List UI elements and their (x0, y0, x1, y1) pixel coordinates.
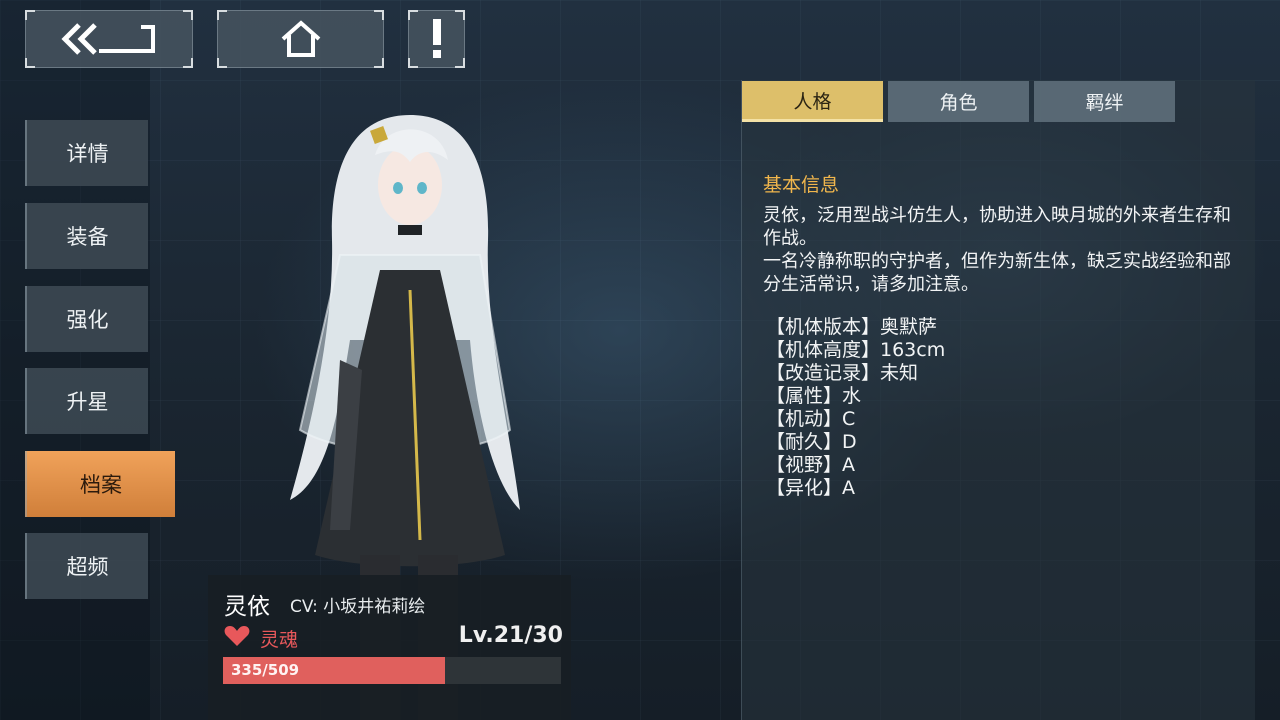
back-arrow-icon (61, 23, 155, 55)
description-paragraph: 灵依，泛用型战斗仿生人，协助进入映月城的外来者生存和作战。 (763, 205, 1231, 249)
attribute-item: 【属性】水 (766, 385, 862, 407)
sidebar-item-label: 升星 (66, 390, 109, 414)
home-button[interactable] (217, 10, 384, 68)
soul-label: 灵魂 (260, 629, 299, 651)
tab-personality[interactable]: 人格 (742, 81, 883, 122)
voice-actor: CV: 小坂井祐莉绘 (290, 597, 426, 617)
section-title: 基本信息 (763, 174, 840, 196)
sidebar-item-enhance[interactable]: 强化 (25, 286, 148, 352)
attribute-item: 【视野】A (766, 454, 855, 476)
sidebar-item-overclock[interactable]: 超频 (25, 533, 148, 599)
sidebar-item-details[interactable]: 详情 (25, 120, 148, 186)
sidebar-item-label: 档案 (80, 473, 122, 497)
sidebar-item-label: 装备 (66, 225, 109, 249)
attribute-item: 【耐久】D (766, 431, 857, 453)
tab-label: 人格 (793, 90, 832, 113)
tab-label: 羁绊 (1085, 92, 1124, 114)
back-button[interactable] (25, 10, 193, 68)
tab-label: 角色 (939, 92, 978, 114)
sidebar-item-label: 强化 (66, 308, 109, 332)
sidebar-backdrop (0, 0, 150, 720)
tab-bonds[interactable]: 羁绊 (1034, 81, 1175, 122)
sidebar-item-archive[interactable]: 档案 (25, 451, 175, 517)
tab-character[interactable]: 角色 (888, 81, 1029, 122)
exclamation-icon (432, 19, 441, 58)
soul-progress-bar: 335/509 (223, 657, 561, 684)
heart-icon (224, 626, 250, 646)
description-paragraph: 一名冷静称职的守护者，但作为新生体，缺乏实战经验和部分生活常识，请多加注意。 (763, 251, 1231, 295)
attribute-item: 【异化】A (766, 477, 855, 499)
profile-panel: 人格 角色 羁绊 基本信息 灵依，泛用型战斗仿生人，协助进入映月城的外来者生存和… (741, 80, 1255, 720)
home-icon (281, 20, 320, 57)
soul-progress-text: 335/509 (231, 661, 300, 679)
sidebar-item-label: 超频 (66, 555, 109, 579)
sidebar-item-label: 详情 (66, 142, 109, 166)
character-name: 灵依 (224, 594, 270, 620)
attribute-item: 【机体高度】163cm (766, 339, 946, 361)
info-button[interactable] (408, 10, 465, 68)
attribute-list: 【机体版本】奥默萨 【机体高度】163cm 【改造记录】未知 【属性】水 【机动… (766, 316, 945, 500)
attribute-item: 【改造记录】未知 (766, 362, 919, 384)
attribute-item: 【机动】C (766, 408, 856, 430)
character-info-card: 灵依 CV: 小坂井祐莉绘 灵魂 Lv.21/30 335/509 (208, 575, 571, 720)
attribute-item: 【机体版本】奥默萨 (766, 316, 938, 338)
sidebar-item-equipment[interactable]: 装备 (25, 203, 148, 269)
level-text: Lv.21/30 (458, 623, 563, 648)
description: 灵依，泛用型战斗仿生人，协助进入映月城的外来者生存和作战。 一名冷静称职的守护者… (763, 204, 1233, 296)
sidebar-item-star-up[interactable]: 升星 (25, 368, 148, 434)
